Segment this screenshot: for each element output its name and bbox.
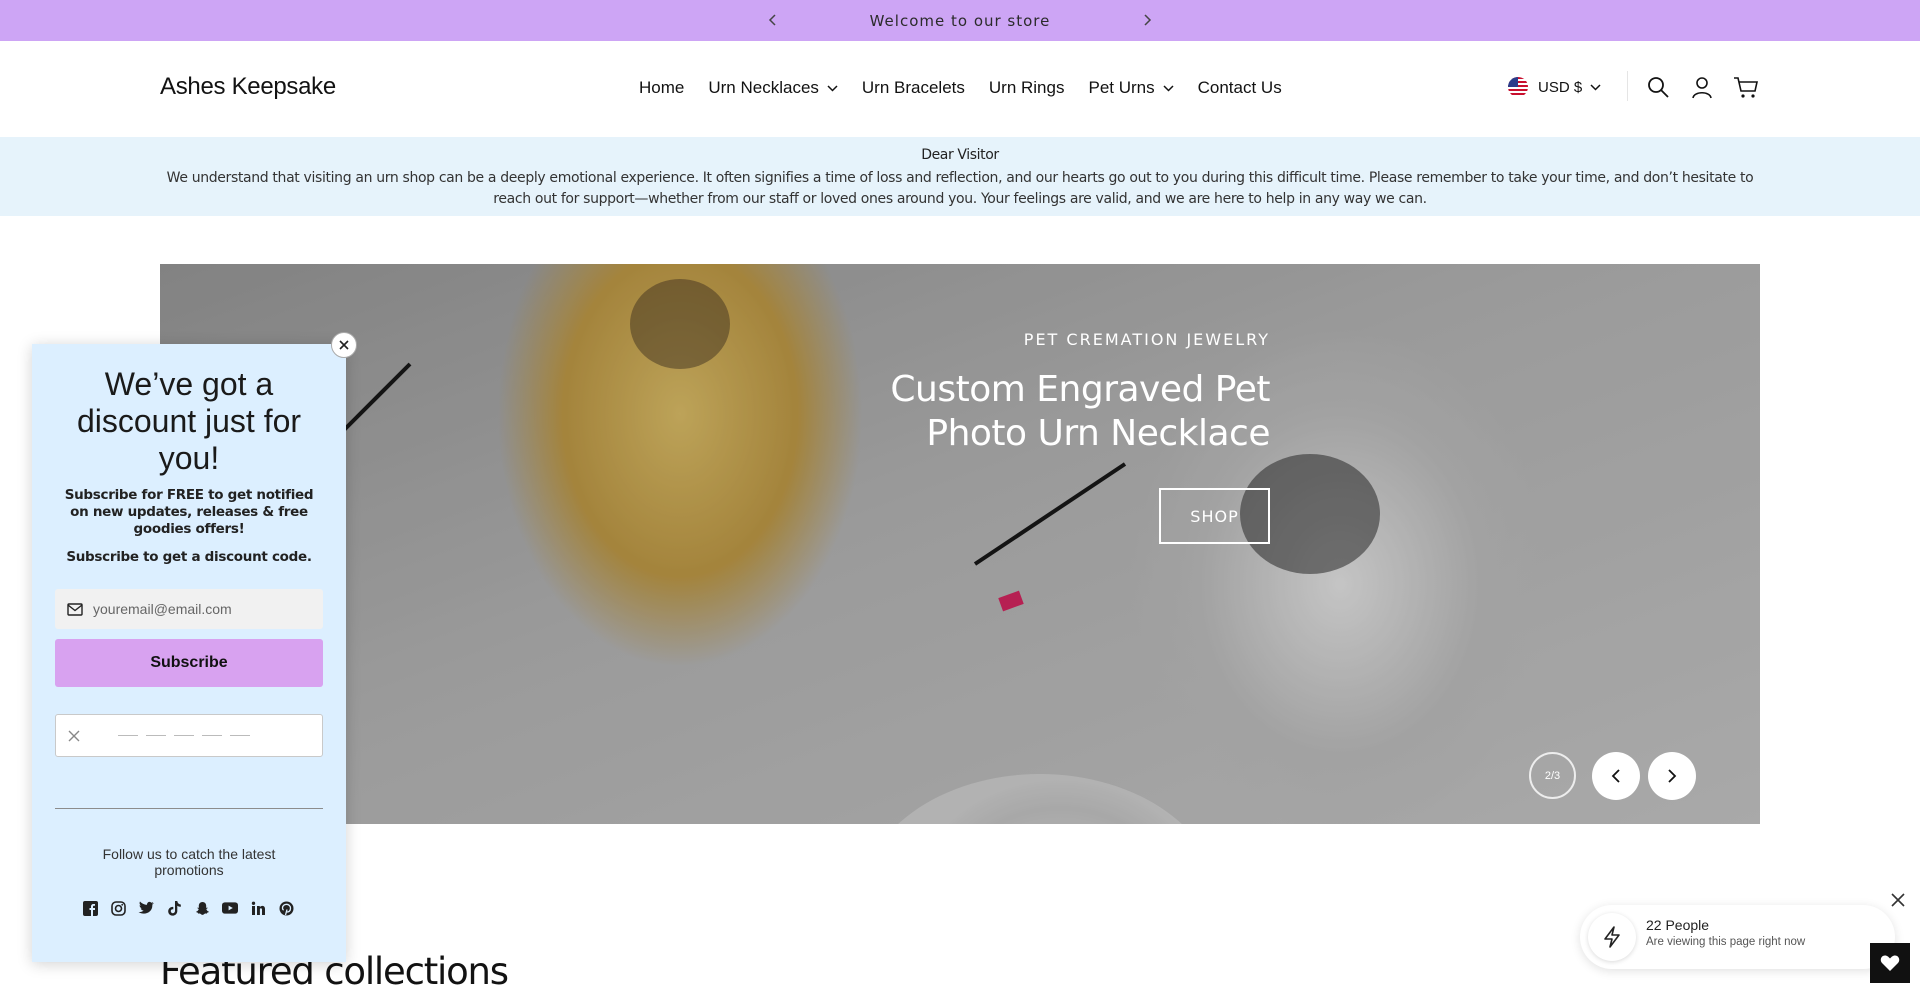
nav-label: Urn Rings: [988, 78, 1065, 97]
popup-description: Subscribe for FREE to get notified on ne…: [64, 487, 314, 537]
main-nav: Home Urn Necklaces Urn Bracelets Urn Rin…: [639, 78, 1306, 98]
nav-item-home[interactable]: Home: [639, 78, 684, 98]
header-divider: [1627, 71, 1628, 101]
mail-icon: [67, 602, 83, 616]
nav-item-urn-bracelets[interactable]: Urn Bracelets: [862, 78, 965, 98]
linkedin-icon[interactable]: [250, 900, 266, 916]
nav-label: Urn Necklaces: [708, 78, 819, 97]
captcha-widget[interactable]: [55, 714, 323, 757]
instagram-icon[interactable]: [110, 900, 126, 916]
twitter-icon[interactable]: [138, 900, 154, 916]
hero-subtitle: PET CREMATION JEWELRY: [1023, 330, 1270, 349]
search-icon[interactable]: [1645, 74, 1671, 100]
hero-overlay: [160, 264, 1760, 824]
email-field[interactable]: [55, 589, 323, 629]
nav-item-pet-urns[interactable]: Pet Urns: [1088, 78, 1174, 98]
close-icon[interactable]: [1888, 890, 1908, 910]
slide-counter: 2/3: [1529, 752, 1576, 799]
popup-close-button[interactable]: [331, 332, 357, 358]
email-input[interactable]: [93, 601, 293, 617]
subscribe-button[interactable]: Subscribe: [55, 639, 323, 687]
heart-icon: [1880, 955, 1900, 971]
account-icon[interactable]: [1689, 74, 1715, 100]
slide-prev-button[interactable]: [1592, 752, 1640, 800]
tiktok-icon[interactable]: [166, 900, 182, 916]
captcha-placeholder: [110, 735, 250, 736]
slide-next-button[interactable]: [1648, 752, 1696, 800]
chevron-right-icon[interactable]: [1136, 9, 1158, 31]
wishlist-button[interactable]: [1870, 943, 1910, 983]
nav-item-urn-necklaces[interactable]: Urn Necklaces: [708, 78, 838, 98]
youtube-icon[interactable]: [222, 900, 238, 916]
close-icon: [68, 730, 80, 741]
nav-label: Urn Bracelets: [861, 78, 965, 97]
lightning-icon: [1588, 913, 1636, 961]
announcement-bar: Welcome to our store: [0, 0, 1920, 41]
follow-text: Follow us to catch the latest promotions: [102, 846, 276, 878]
pinterest-icon[interactable]: [278, 900, 294, 916]
chevron-left-icon[interactable]: [762, 9, 784, 31]
nav-item-contact-us[interactable]: Contact Us: [1198, 78, 1282, 98]
popup-heading: We’ve got a discount just for you!: [76, 366, 302, 476]
social-links: [82, 900, 294, 916]
nav-item-urn-rings[interactable]: Urn Rings: [989, 78, 1065, 98]
snapchat-icon[interactable]: [194, 900, 210, 916]
us-flag-icon: [1508, 77, 1528, 97]
viewers-count: 22 People: [1646, 917, 1710, 933]
viewers-subtitle: Are viewing this page right now: [1646, 936, 1806, 948]
nav-label: Pet Urns: [1088, 78, 1155, 97]
popup-divider: [55, 808, 323, 809]
chevron-down-icon: [1163, 84, 1174, 92]
cart-icon[interactable]: [1733, 74, 1759, 100]
facebook-icon[interactable]: [82, 900, 98, 916]
currency-label: USD $: [1538, 78, 1583, 96]
visitor-notice: Dear Visitor We understand that visiting…: [0, 137, 1920, 216]
announcement-text: Welcome to our store: [869, 11, 1051, 30]
close-icon: [339, 340, 349, 350]
nav-label: Contact Us: [1197, 78, 1282, 97]
hero-slideshow: PET CREMATION JEWELRY Custom Engraved Pe…: [160, 264, 1760, 824]
notice-body: We understand that visiting an urn shop …: [166, 170, 1754, 207]
notice-title: Dear Visitor: [921, 147, 999, 163]
currency-selector[interactable]: USD $: [1508, 77, 1601, 97]
nav-label: Home: [639, 78, 685, 97]
site-logo[interactable]: Ashes Keepsake: [160, 73, 336, 101]
chevron-down-icon: [827, 84, 838, 92]
live-viewers-widget: 22 People Are viewing this page right no…: [1580, 905, 1895, 969]
popup-description-2: Subscribe to get a discount code.: [66, 549, 312, 565]
chevron-left-icon: [1611, 769, 1620, 783]
site-header: Ashes Keepsake Home Urn Necklaces Urn Br…: [0, 41, 1920, 137]
shop-button[interactable]: SHOP: [1159, 488, 1270, 544]
hero-headline: Custom Engraved Pet Photo Urn Necklace: [890, 369, 1270, 454]
discount-popup: We’ve got a discount just for you! Subsc…: [32, 344, 346, 962]
chevron-down-icon: [1590, 83, 1601, 91]
chevron-right-icon: [1668, 769, 1677, 783]
